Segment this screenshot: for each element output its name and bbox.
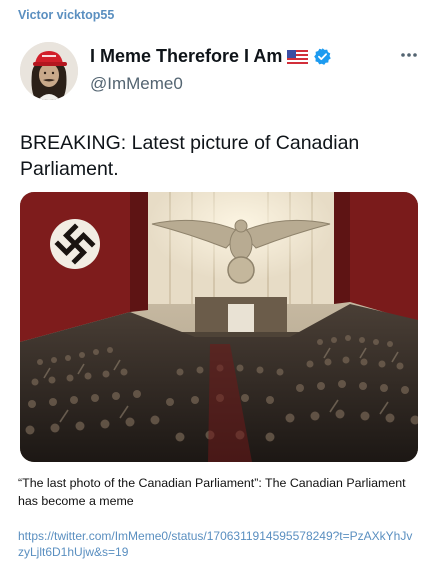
tweet-text: BREAKING: Latest picture of Canadian Par… bbox=[20, 132, 360, 180]
sender-name[interactable]: Victor vicktop55 bbox=[18, 8, 114, 22]
name-row: I Meme Therefore I Am bbox=[90, 46, 332, 67]
us-flag-icon bbox=[287, 49, 309, 64]
message-caption: “The last photo of the Canadian Parliame… bbox=[18, 476, 406, 508]
avatar-portrait-icon bbox=[20, 42, 78, 100]
verified-badge-icon bbox=[313, 47, 332, 66]
tweet-photo[interactable] bbox=[20, 192, 418, 462]
tweet-link[interactable]: https://twitter.com/ImMeme0/status/17063… bbox=[18, 528, 418, 560]
more-options-icon[interactable] bbox=[400, 52, 418, 58]
display-name[interactable]: I Meme Therefore I Am bbox=[90, 46, 282, 67]
handle[interactable]: @ImMeme0 bbox=[90, 74, 183, 94]
assembly-hall-photo bbox=[20, 192, 418, 462]
embedded-tweet[interactable]: I Meme Therefore I Am @ImMeme0 BREAKING:… bbox=[14, 30, 418, 470]
avatar[interactable] bbox=[20, 42, 78, 100]
